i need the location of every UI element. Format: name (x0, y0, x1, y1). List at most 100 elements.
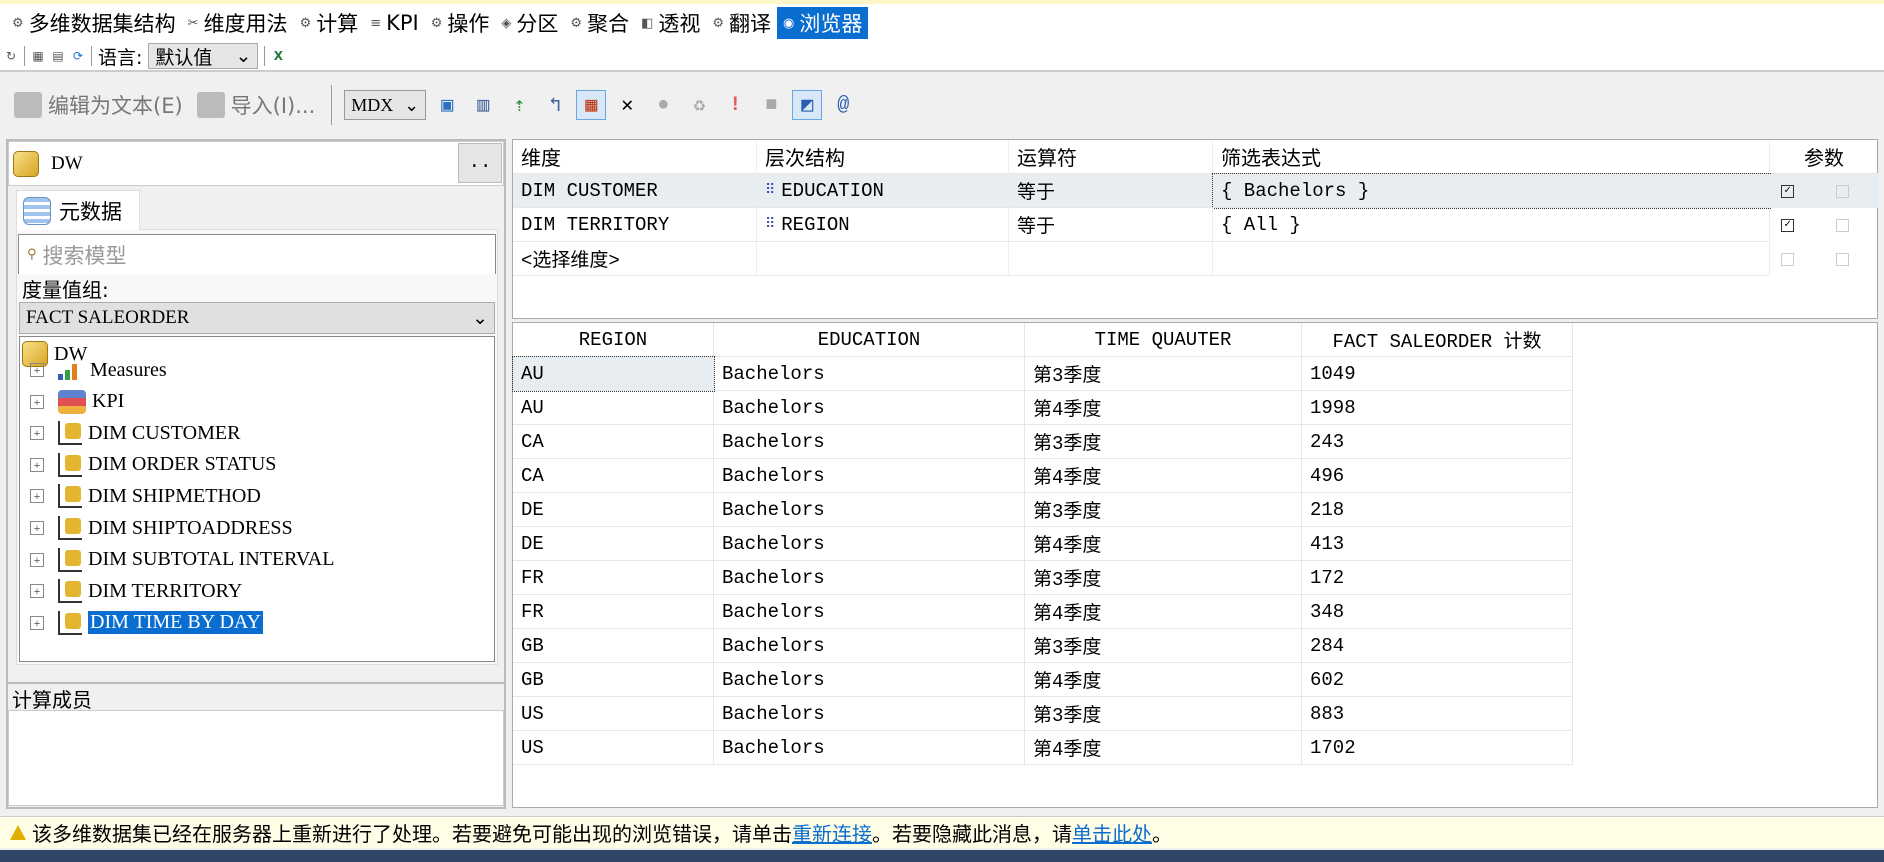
tab-perspectives[interactable]: ◧ 透视 (635, 7, 706, 39)
result-cell[interactable]: Bachelors (714, 391, 1025, 425)
result-cell[interactable]: Bachelors (714, 731, 1025, 765)
execute-icon[interactable]: ! (720, 90, 750, 120)
result-cell[interactable]: 第3季度 (1025, 425, 1302, 459)
auto-execute-icon[interactable]: ▦ (576, 90, 607, 120)
result-cell[interactable]: 第3季度 (1025, 629, 1302, 663)
browse-cube-button[interactable]: .. (458, 143, 502, 183)
result-cell[interactable]: 602 (1302, 663, 1573, 697)
filter-dimension-cell[interactable]: <选择维度> (513, 242, 757, 276)
show-filter-pane-icon[interactable]: ◩ (792, 90, 823, 120)
import-button[interactable]: 导入(I)... (193, 90, 320, 120)
result-cell[interactable]: Bachelors (714, 527, 1025, 561)
expand-icon[interactable]: + (30, 615, 44, 630)
tab-metadata[interactable]: 元数据 (16, 190, 140, 230)
result-cell[interactable]: 496 (1302, 459, 1573, 493)
result-cell[interactable]: 172 (1302, 561, 1573, 595)
reconnect-icon[interactable]: ↻ (4, 49, 18, 63)
language-select[interactable]: 默认值 ⌄ (148, 43, 259, 69)
add-calculated-member-icon[interactable]: ⇡ (504, 90, 534, 120)
result-cell[interactable]: 第4季度 (1025, 459, 1302, 493)
parameter-checkbox[interactable] (1836, 219, 1849, 232)
result-cell[interactable]: US (513, 731, 714, 765)
process-icon[interactable]: ▦ (31, 49, 45, 63)
result-cell[interactable]: GB (513, 629, 714, 663)
cancel-query-icon[interactable]: ● (648, 90, 678, 120)
tab-calculations[interactable]: ⚙ 计算 (294, 7, 365, 39)
stop-icon[interactable]: ■ (756, 90, 786, 120)
result-cell[interactable]: FR (513, 595, 714, 629)
filter-dimension-cell[interactable]: DIM CUSTOMER (513, 174, 757, 208)
result-cell[interactable]: Bachelors (714, 697, 1025, 731)
result-cell[interactable]: 1998 (1302, 391, 1573, 425)
change-user-icon[interactable]: ▤ (51, 49, 65, 63)
result-cell[interactable]: 第4季度 (1025, 731, 1302, 765)
tree-item[interactable]: + DIM ORDER STATUS (20, 450, 276, 480)
result-cell[interactable]: 348 (1302, 595, 1573, 629)
result-cell[interactable]: 243 (1302, 425, 1573, 459)
query-type-select[interactable]: MDX ⌄ (344, 90, 427, 120)
expand-icon[interactable]: + (30, 457, 44, 472)
column-header[interactable]: FACT SALEORDER 计数 (1302, 323, 1573, 357)
result-cell[interactable]: Bachelors (714, 595, 1025, 629)
parameter-checkbox[interactable] (1836, 253, 1849, 266)
expand-icon[interactable]: + (30, 489, 44, 504)
result-cell[interactable]: 883 (1302, 697, 1573, 731)
tab-aggregations[interactable]: ⚙ 聚合 (564, 7, 635, 39)
result-cell[interactable]: Bachelors (714, 629, 1025, 663)
result-cell[interactable]: CA (513, 459, 714, 493)
result-cell[interactable]: 1049 (1302, 357, 1573, 391)
result-cell[interactable]: Bachelors (714, 459, 1025, 493)
excel-icon[interactable]: X (271, 49, 285, 63)
tree-item[interactable]: + KPI (20, 387, 124, 417)
expand-icon[interactable]: + (30, 552, 44, 567)
result-cell[interactable]: US (513, 697, 714, 731)
filter-enabled-checkbox[interactable]: ✓ (1781, 185, 1794, 198)
refresh-icon[interactable]: ⟳ (71, 49, 85, 63)
filter-hierarchy-cell[interactable]: ⠿ EDUCATION (757, 174, 1009, 208)
column-header[interactable]: EDUCATION (714, 323, 1025, 357)
tree-item[interactable]: + DIM SUBTOTAL INTERVAL (20, 545, 334, 575)
filter-operator-cell[interactable] (1009, 242, 1213, 276)
delete-icon[interactable]: ✕ (612, 90, 642, 120)
result-cell[interactable]: 第4季度 (1025, 527, 1302, 561)
result-cell[interactable]: Bachelors (714, 561, 1025, 595)
result-cell[interactable]: AU (513, 391, 714, 425)
filter-enabled-checkbox[interactable] (1781, 253, 1794, 266)
filter-expression-cell[interactable]: { All } (1213, 208, 1770, 242)
filter-expression-cell[interactable]: { Bachelors } (1212, 173, 1771, 209)
result-cell[interactable]: 284 (1302, 629, 1573, 663)
filter-expression-cell[interactable] (1213, 242, 1770, 276)
tree-item[interactable]: + Measures (20, 355, 167, 385)
result-cell[interactable]: Bachelors (714, 493, 1025, 527)
edit-as-text-button[interactable]: 编辑为文本(E) (10, 90, 187, 120)
tab-partitions[interactable]: ◈ 分区 (495, 7, 564, 39)
design-mode-icon[interactable]: ▣ (432, 90, 462, 120)
result-cell[interactable]: 413 (1302, 527, 1573, 561)
result-cell[interactable]: 第3季度 (1025, 357, 1302, 391)
tree-item[interactable]: + DIM TERRITORY (20, 576, 242, 606)
expand-icon[interactable]: + (30, 363, 44, 377)
calculator-icon[interactable]: ▥ (468, 90, 498, 120)
tab-actions[interactable]: ⚙ 操作 (425, 7, 496, 39)
result-cell[interactable]: AU (512, 356, 715, 392)
column-header[interactable]: REGION (513, 323, 714, 357)
expand-icon[interactable]: + (30, 584, 44, 599)
tree-item[interactable]: + DIM SHIPTOADDRESS (20, 513, 293, 543)
result-cell[interactable]: CA (513, 425, 714, 459)
result-cell[interactable]: FR (513, 561, 714, 595)
expand-icon[interactable]: + (30, 521, 44, 535)
cube-selector[interactable]: DW (8, 141, 504, 186)
tree-item[interactable]: + DIM SHIPMETHOD (20, 481, 261, 511)
filter-enabled-checkbox[interactable]: ✓ (1781, 219, 1794, 232)
filter-operator-cell[interactable]: 等于 (1009, 208, 1213, 242)
reconnect-link[interactable]: 重新连接 (792, 822, 872, 846)
filter-operator-cell[interactable]: 等于 (1009, 174, 1213, 208)
tab-kpi[interactable]: ≡ KPI (364, 7, 425, 39)
expand-icon[interactable]: + (30, 394, 44, 409)
search-model-input[interactable]: ⚲ 搜索模型 (18, 234, 496, 274)
hide-message-link[interactable]: 单击此处 (1072, 822, 1152, 846)
result-cell[interactable]: Bachelors (714, 357, 1025, 391)
filter-hierarchy-cell[interactable] (757, 242, 1009, 276)
result-cell[interactable]: DE (513, 493, 714, 527)
parameter-checkbox[interactable] (1836, 185, 1849, 198)
